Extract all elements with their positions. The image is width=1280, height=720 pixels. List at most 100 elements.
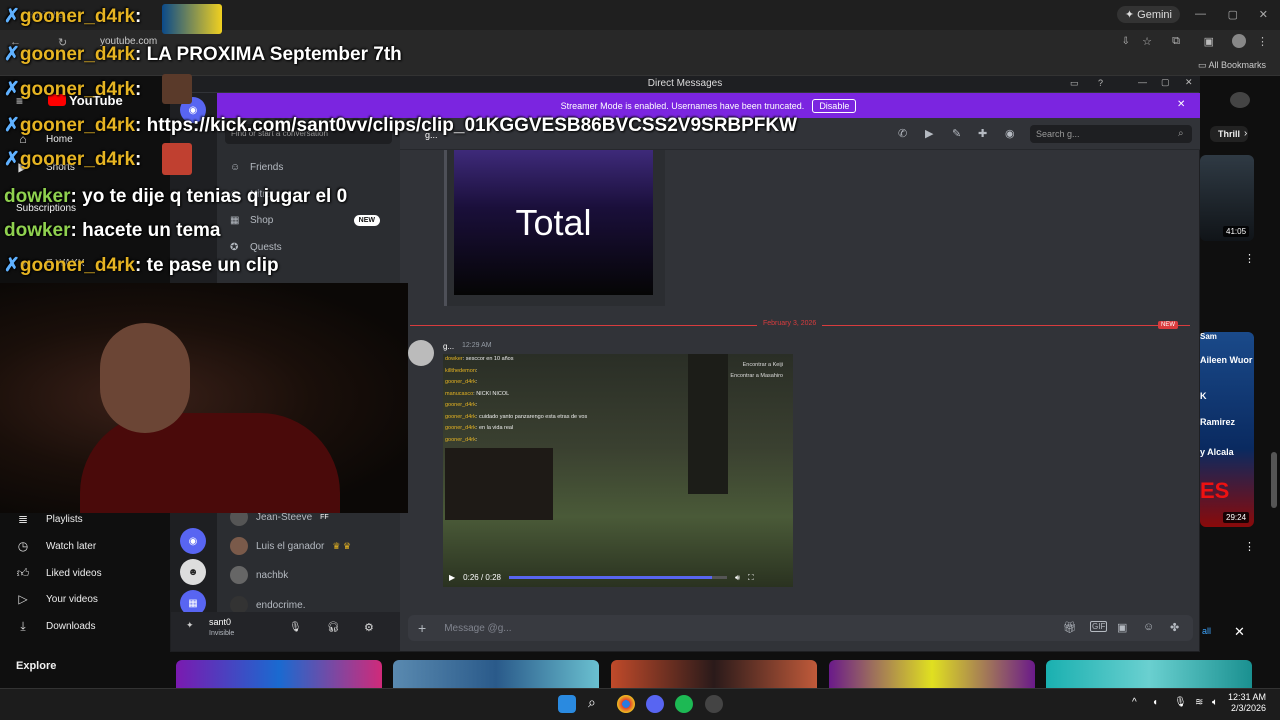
sidebar-item-watch-later[interactable]: ◷ Watch later xyxy=(16,539,96,553)
video-thumbnail[interactable] xyxy=(393,660,599,688)
inbox-icon[interactable]: ▭ xyxy=(1070,78,1079,89)
emote-image xyxy=(162,143,192,175)
avatar xyxy=(230,566,248,584)
message-author[interactable]: g... xyxy=(443,342,454,351)
more-icon[interactable]: ⋮ xyxy=(1244,252,1255,265)
headphones-icon[interactable]: 🎧︎ xyxy=(327,622,340,633)
pin-icon[interactable]: ✎ xyxy=(952,127,961,140)
dm-item[interactable]: nachbk xyxy=(230,566,288,584)
video-thumbnail[interactable] xyxy=(611,660,817,688)
sidebar-item-playlists[interactable]: ≣ Playlists xyxy=(16,512,83,526)
user-avatar[interactable]: ✦ xyxy=(186,620,194,631)
volume-icon[interactable]: 🔈︎ xyxy=(1212,697,1218,708)
install-icon[interactable]: ⇩ xyxy=(1122,36,1130,47)
spotify-icon[interactable] xyxy=(675,695,693,713)
microphone-icon[interactable]: 🎙︎ xyxy=(289,622,302,633)
video-seekbar[interactable] xyxy=(508,576,727,579)
chrome-icon[interactable] xyxy=(617,695,635,713)
more-icon[interactable]: ⋮ xyxy=(1244,540,1255,553)
close-icon[interactable]: ✕ xyxy=(1185,77,1193,88)
show-all-link[interactable]: all xyxy=(1202,626,1211,636)
star-icon[interactable]: ☆ xyxy=(1142,35,1152,48)
profile-avatar[interactable] xyxy=(1232,34,1246,48)
gift-icon[interactable]: 🎁︎ xyxy=(1063,621,1077,634)
scrollbar[interactable] xyxy=(1271,452,1277,508)
minimize-icon[interactable]: — xyxy=(1195,8,1206,20)
server-icon[interactable]: ☻ xyxy=(180,559,206,585)
sidebar-item-your-videos[interactable]: ▷ Your videos xyxy=(16,592,98,606)
profile-icon[interactable]: ◉ xyxy=(1005,127,1015,140)
message-time: 12:29 AM xyxy=(462,342,492,349)
close-icon[interactable]: ✕ xyxy=(1259,8,1268,21)
call-icon[interactable]: ✆ xyxy=(898,127,907,140)
objective-text: Encontrar a Masahiro xyxy=(730,373,783,379)
apps-icon[interactable]: ✤ xyxy=(1170,621,1179,634)
help-icon[interactable]: ? xyxy=(1098,78,1103,88)
search-icon[interactable]: ⌕ xyxy=(588,694,596,711)
video-call-icon[interactable]: ▶ xyxy=(925,127,933,140)
add-friend-icon[interactable]: ✚ xyxy=(978,127,987,140)
emoji-icon[interactable]: ☺ xyxy=(1143,621,1154,633)
overlay-chat-line: ✗gooner_d4rk: https://kick.com/sant0vv/c… xyxy=(4,115,798,136)
sidepanel-icon[interactable]: ▣ xyxy=(1204,35,1214,48)
thumb-text: Aileen Wuor xyxy=(1200,355,1253,365)
settings-gear-icon[interactable]: ⚙ xyxy=(364,621,374,634)
dm-item[interactable]: Luis el ganador ♛ ♛ xyxy=(230,537,351,555)
video-chat-overlay: dowker: sesccor en 10 años killthedemon:… xyxy=(445,354,587,446)
message-avatar[interactable] xyxy=(408,340,434,366)
thumbs-up-icon: 👍︎ xyxy=(16,565,30,580)
maximize-icon[interactable]: ▢ xyxy=(1161,77,1170,88)
sticker-icon[interactable]: ▣ xyxy=(1117,621,1127,634)
play-icon[interactable]: ▶ xyxy=(449,573,455,582)
message-input[interactable]: Message @g... xyxy=(444,623,511,634)
disable-button[interactable]: Disable xyxy=(812,98,857,113)
fullscreen-icon[interactable]: ⛶ xyxy=(748,573,754,583)
nav-quests[interactable]: ✪ Quests xyxy=(230,242,282,253)
emote-image xyxy=(162,4,222,34)
server-icon[interactable]: ◉ xyxy=(180,528,206,554)
all-bookmarks[interactable]: ▭ All Bookmarks xyxy=(1198,60,1266,71)
video-chat-line: gooner_d4rk: cuidado yanto panzarengo es… xyxy=(445,413,588,420)
chip-thrill[interactable]: Thrill xyxy=(1210,126,1248,142)
minimize-icon[interactable]: — xyxy=(1138,77,1147,87)
video-progress-fill xyxy=(508,576,712,579)
sidebar-item-liked[interactable]: 👍︎ Liked videos xyxy=(16,566,102,580)
attachment-image[interactable]: Total xyxy=(454,150,653,295)
video-objectives: Encontrar a Keiji Encontrar a Masahiro xyxy=(730,360,783,382)
search-input[interactable]: Search g... xyxy=(1030,125,1192,143)
divider-date: February 3, 2026 xyxy=(757,320,823,327)
video-thumbnail[interactable] xyxy=(1046,660,1252,688)
system-clock[interactable]: 12:31 AM 2/3/2026 xyxy=(1228,692,1266,714)
clock-date: 2/3/2026 xyxy=(1230,703,1266,713)
nav-label: Quests xyxy=(250,242,282,253)
gif-icon[interactable]: GIF xyxy=(1090,621,1108,632)
video-chat-line: gooner_d4rk: xyxy=(445,379,478,385)
overlay-chat-line: ✗gooner_d4rk: xyxy=(4,149,142,170)
sidebar-item-downloads[interactable]: ⤓ Downloads xyxy=(16,619,95,633)
microphone-tray-icon[interactable]: 🎙︎ xyxy=(1174,697,1187,708)
volume-icon[interactable]: 🔊︎ xyxy=(735,573,740,583)
obs-icon[interactable] xyxy=(705,695,723,713)
maximize-icon[interactable]: ▢ xyxy=(1228,8,1238,21)
video-attachment[interactable]: dowker: sesccor en 10 años killthedemon:… xyxy=(443,354,793,587)
video-icon: ▷ xyxy=(18,592,28,606)
discord-icon[interactable] xyxy=(646,695,664,713)
close-icon[interactable]: ✕ xyxy=(1177,99,1185,110)
wifi-icon[interactable]: ≋ xyxy=(1195,697,1203,708)
windows-start-icon[interactable] xyxy=(558,695,576,713)
nav-friends[interactable]: ☺ Friends xyxy=(230,162,283,173)
user-avatar[interactable] xyxy=(1230,92,1250,108)
video-chat-line: dowker: sesccor en 10 años xyxy=(445,356,514,362)
video-thumbnail[interactable] xyxy=(176,660,382,688)
extensions-icon[interactable]: ⧉ xyxy=(1172,35,1180,48)
nav-shop[interactable]: ▦ Shop NEW xyxy=(230,215,380,226)
gemini-button[interactable]: ✦ Gemini xyxy=(1116,6,1180,23)
video-thumbnail[interactable] xyxy=(829,660,1035,688)
chevron-right-icon[interactable]: › xyxy=(1244,128,1247,139)
tray-chevron-icon[interactable]: ^ xyxy=(1132,697,1137,708)
menu-icon[interactable]: ⋮ xyxy=(1257,35,1268,48)
audio-tray-icon[interactable]: ◖ xyxy=(1152,697,1158,708)
sidebar-item-label: Playlists xyxy=(46,513,83,525)
close-icon[interactable]: ✕ xyxy=(1234,624,1245,640)
add-attachment-icon[interactable]: + xyxy=(418,620,426,636)
